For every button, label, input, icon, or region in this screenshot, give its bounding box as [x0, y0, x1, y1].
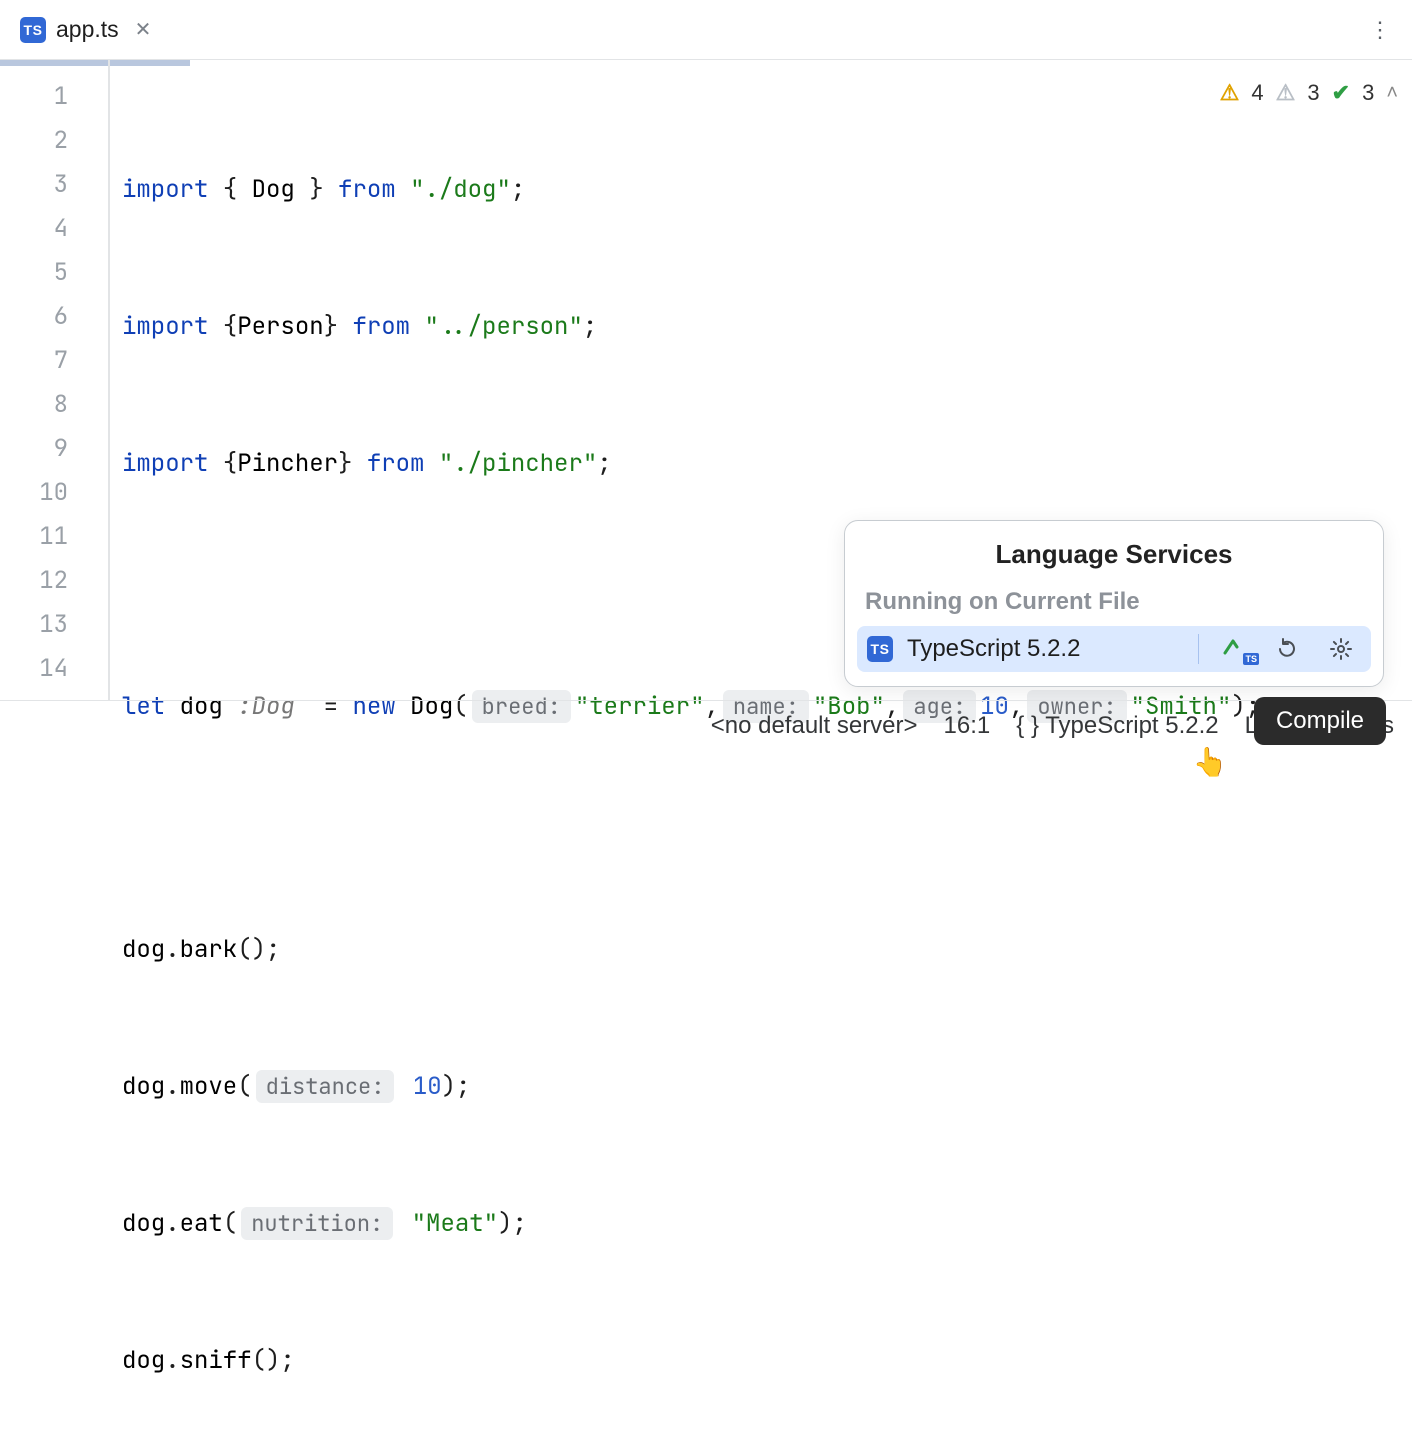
punct: (); — [252, 1345, 295, 1376]
punct: { — [223, 311, 237, 342]
string: "../person" — [424, 311, 582, 342]
popup-title: Language Services — [845, 539, 1383, 570]
keyword: from — [367, 448, 425, 479]
identifier: Pincher — [237, 448, 338, 479]
punct: ; — [597, 448, 611, 479]
typescript-service-icon: TS — [867, 636, 893, 662]
number: 10 — [413, 1071, 442, 1102]
method: eat — [180, 1208, 223, 1239]
string: "./pincher" — [439, 448, 597, 479]
separator — [1198, 634, 1199, 664]
code-line: import {Pincher} from "./pincher"; — [122, 441, 1412, 485]
more-menu-icon[interactable]: ⋮ — [1357, 9, 1404, 51]
restart-button[interactable] — [1267, 637, 1307, 661]
param-hint: distance: — [256, 1070, 395, 1103]
code-line: dog.bark(); — [122, 927, 1412, 971]
cursor-pointer-icon: 👆 — [1193, 746, 1228, 779]
compile-button[interactable]: TS — [1213, 637, 1253, 661]
code-line — [122, 790, 1412, 834]
status-server[interactable]: <no default server> — [711, 712, 918, 740]
code-line: dog.sniff(); — [122, 1338, 1412, 1382]
method: move — [180, 1071, 238, 1102]
line-number: 4 — [0, 206, 108, 250]
compile-tooltip: Compile — [1254, 697, 1386, 745]
punct: } — [295, 174, 324, 205]
identifier: dog — [122, 1071, 165, 1102]
code-line: dog.eat(nutrition: "Meat"); — [122, 1201, 1412, 1245]
identifier: Person — [237, 311, 323, 342]
keyword: import — [122, 311, 208, 342]
line-number: 3 — [0, 162, 108, 206]
popup-subtitle: Running on Current File — [865, 588, 1363, 616]
punct: . — [165, 1208, 179, 1239]
identifier: dog — [122, 934, 165, 965]
line-number: 8 — [0, 382, 108, 426]
line-number: 6 — [0, 294, 108, 338]
line-number: 14 — [0, 646, 108, 690]
tab-bar: TS app.ts ✕ ⋮ — [0, 0, 1412, 60]
identifier: dog — [122, 1208, 165, 1239]
line-number: 10 — [0, 470, 108, 514]
status-bar: <no default server> 16:1 { } TypeScript … — [0, 700, 1412, 750]
code-line: import {Person} from "../person"; — [122, 304, 1412, 348]
service-name: TypeScript 5.2.2 — [907, 635, 1184, 663]
keyword: from — [338, 174, 396, 205]
punct: { — [223, 174, 252, 205]
code-line: dog.move(distance: 10); — [122, 1064, 1412, 1108]
line-number: 1 — [0, 74, 108, 118]
punct: ; — [511, 174, 525, 205]
identifier: Dog — [252, 174, 295, 205]
punct: ; — [583, 311, 597, 342]
punct: . — [165, 934, 179, 965]
tab-filename: app.ts — [56, 16, 119, 43]
identifier: dog — [122, 1345, 165, 1376]
line-number: 7 — [0, 338, 108, 382]
punct: ( — [223, 1208, 237, 1239]
punct: { — [223, 448, 237, 479]
punct: . — [165, 1345, 179, 1376]
line-number: 5 — [0, 250, 108, 294]
keyword: from — [352, 311, 410, 342]
line-number: 11 — [0, 514, 108, 558]
keyword: import — [122, 174, 208, 205]
service-row[interactable]: TS TypeScript 5.2.2 TS 👆 — [857, 626, 1371, 672]
keyword: import — [122, 448, 208, 479]
punct: } — [338, 448, 352, 479]
code-line: import { Dog } from "./dog"; — [122, 167, 1412, 211]
line-number: 2 — [0, 118, 108, 162]
line-number: 12 — [0, 558, 108, 602]
gutter: 1 2 3 4 5 6 7 8 9 10 11 12 13 14 — [0, 60, 110, 700]
status-lang[interactable]: { } TypeScript 5.2.2 — [1016, 712, 1218, 740]
punct: ( — [237, 1071, 251, 1102]
punct: ); — [442, 1071, 471, 1102]
typescript-file-icon: TS — [20, 17, 46, 43]
close-tab-icon[interactable]: ✕ — [135, 17, 152, 42]
punct: (); — [237, 934, 280, 965]
line-number: 9 — [0, 426, 108, 470]
status-caret[interactable]: 16:1 — [944, 712, 991, 740]
string: "Meat" — [412, 1208, 498, 1239]
param-hint: nutrition: — [241, 1207, 393, 1240]
method: sniff — [180, 1345, 252, 1376]
punct: } — [324, 311, 338, 342]
settings-button[interactable] — [1321, 637, 1361, 661]
line-number: 13 — [0, 602, 108, 646]
language-services-popup: Language Services Running on Current Fil… — [844, 520, 1384, 687]
punct: . — [165, 1071, 179, 1102]
string: "./dog" — [410, 174, 511, 205]
method: bark — [180, 934, 238, 965]
file-tab[interactable]: TS app.ts ✕ — [8, 10, 163, 49]
punct: ); — [498, 1208, 527, 1239]
